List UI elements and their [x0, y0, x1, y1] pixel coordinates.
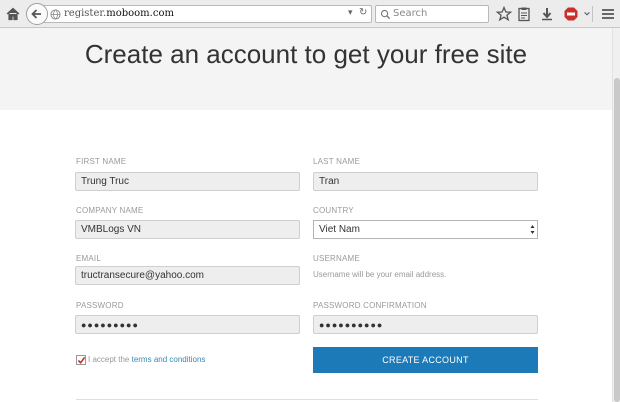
- accept-terms-checkbox[interactable]: [76, 355, 86, 365]
- last-name-input[interactable]: Tran: [313, 172, 538, 191]
- password-input[interactable]: ●●●●●●●●●: [75, 315, 300, 334]
- home-icon[interactable]: [4, 5, 22, 23]
- password-label: PASSWORD: [76, 301, 124, 310]
- terms-and-conditions-link[interactable]: terms and conditions: [132, 355, 206, 364]
- country-label: COUNTRY: [313, 206, 354, 215]
- back-arrow-icon: [31, 9, 41, 19]
- company-name-input[interactable]: VMBLogs VN: [75, 220, 300, 239]
- search-placeholder: Search: [393, 8, 428, 19]
- password-confirmation-input[interactable]: ●●●●●●●●●●: [313, 315, 538, 334]
- username-label: USERNAME: [313, 254, 360, 263]
- last-name-label: LAST NAME: [313, 157, 360, 166]
- browser-toolbar: register.moboom.com ▾ ↻ Search: [0, 0, 620, 28]
- menu-icon[interactable]: [599, 5, 617, 23]
- accept-terms-text: I accept the terms and conditions: [88, 355, 205, 364]
- first-name-label: FIRST NAME: [76, 157, 127, 166]
- company-name-label: COMPANY NAME: [76, 206, 144, 215]
- url-bar[interactable]: register.moboom.com ▾ ↻: [44, 5, 372, 23]
- url-text: register.moboom.com: [64, 8, 174, 19]
- scrollbar-thumb[interactable]: [614, 78, 620, 402]
- page-title: Create an account to get your free site: [84, 39, 528, 69]
- country-selected-value: Viet Nam: [319, 224, 360, 235]
- url-domain: moboom.com: [106, 8, 174, 19]
- back-button[interactable]: [26, 3, 48, 25]
- search-icon: [380, 9, 391, 20]
- first-name-input[interactable]: Trung Truc: [75, 172, 300, 191]
- url-history-dropdown[interactable]: ▾: [348, 8, 353, 18]
- download-icon[interactable]: [538, 5, 556, 23]
- password-confirmation-label: PASSWORD CONFIRMATION: [313, 301, 427, 310]
- adblock-icon[interactable]: [562, 5, 580, 23]
- reload-button[interactable]: ↻: [359, 7, 367, 18]
- checkmark-icon: [77, 356, 86, 364]
- page-scrollbar[interactable]: [612, 28, 620, 402]
- toolbar-separator: [592, 6, 593, 22]
- select-arrows-icon: [530, 225, 535, 234]
- clipboard-icon[interactable]: [515, 5, 533, 23]
- url-prefix: register.: [64, 8, 107, 19]
- search-bar[interactable]: Search: [375, 5, 489, 23]
- page-header-banner: Create an account to get your free site: [0, 28, 612, 110]
- email-input[interactable]: tructransecure@yahoo.com: [75, 266, 300, 285]
- globe-icon: [50, 9, 61, 20]
- email-label: EMAIL: [76, 254, 102, 263]
- star-icon[interactable]: [495, 5, 513, 23]
- more-icon[interactable]: [583, 5, 591, 23]
- form-divider: [76, 399, 538, 400]
- create-account-button[interactable]: CREATE ACCOUNT: [313, 347, 538, 373]
- username-hint: Username will be your email address.: [313, 270, 447, 279]
- accept-prefix: I accept the: [88, 355, 130, 364]
- country-select[interactable]: Viet Nam: [313, 220, 538, 239]
